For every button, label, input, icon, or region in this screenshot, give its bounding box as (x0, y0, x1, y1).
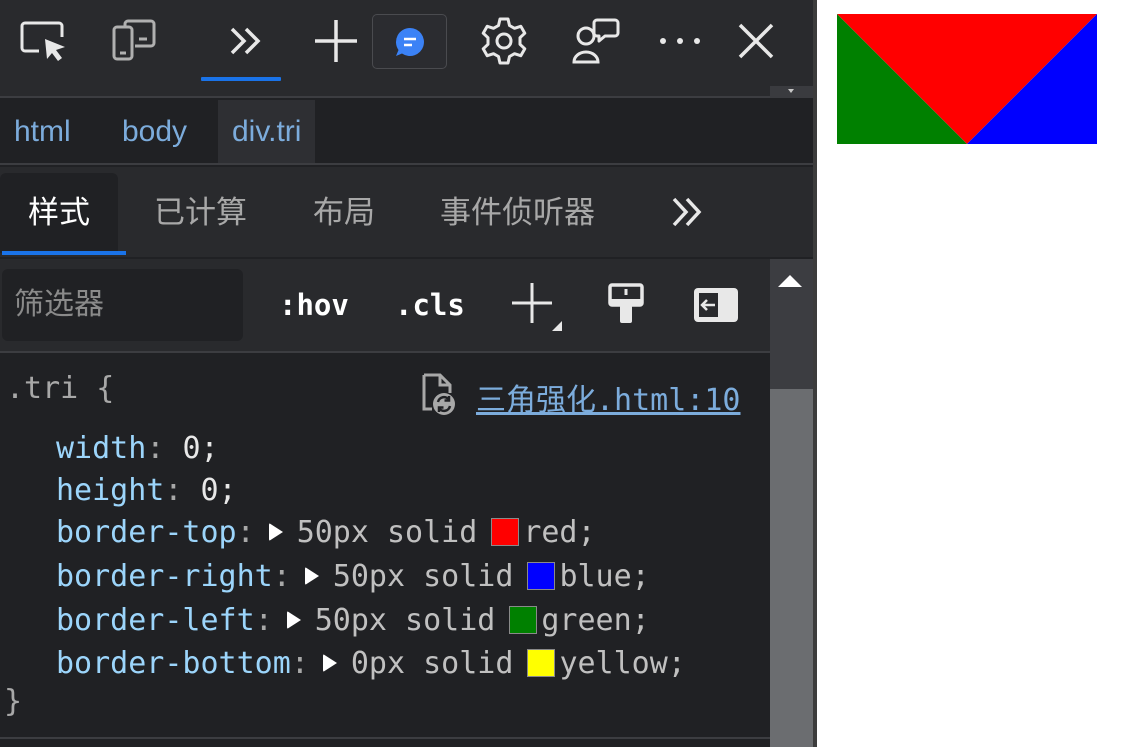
breadcrumb-item-body[interactable]: body (108, 100, 201, 163)
tab-event-listeners[interactable]: 事件侦听器 (440, 173, 595, 253)
format-painter-button[interactable] (598, 277, 654, 333)
source-file-icon (422, 373, 455, 415)
styles-scrollbar[interactable] (770, 259, 813, 747)
feedback-icon (395, 27, 424, 56)
toolbar-separator (0, 86, 813, 98)
more-tabs-button[interactable] (668, 193, 706, 235)
add-tool-button[interactable] (306, 12, 366, 70)
color-swatch-red[interactable] (491, 518, 520, 546)
settings-icon (481, 17, 527, 65)
breadcrumb-item-html[interactable]: html (0, 100, 85, 163)
add-rule-icon (512, 283, 562, 331)
property-name[interactable]: border-top (56, 515, 237, 550)
styles-panel-tabs: 样式 已计算 布局 事件侦听器 (0, 167, 813, 257)
expand-shorthand-icon[interactable] (286, 611, 301, 629)
declaration-border-top[interactable]: border-top : 50px solid red; (56, 512, 596, 552)
feedback-button[interactable] (372, 14, 447, 69)
breadcrumb-item-div-tri[interactable]: div.tri (218, 100, 316, 163)
rule-selector[interactable]: .tri { (6, 371, 114, 406)
property-value[interactable]: 0; (182, 431, 218, 466)
add-icon (315, 20, 357, 62)
more-tools-button[interactable] (216, 12, 276, 70)
filter-input[interactable]: 筛选器 (2, 269, 243, 341)
toggle-sidebar-button[interactable] (688, 277, 744, 333)
declaration-width[interactable]: width : 0; (56, 428, 219, 468)
tab-layout[interactable]: 布局 (313, 173, 375, 253)
devtools-toolbar (0, 0, 813, 86)
property-name[interactable]: width (56, 431, 146, 466)
page-preview-triangles (837, 14, 1097, 144)
inspect-icon (20, 21, 65, 61)
declaration-border-right[interactable]: border-right : 50px solid blue; (56, 556, 650, 596)
cls-toggle-button[interactable]: .cls (395, 277, 465, 333)
color-value[interactable]: red; (523, 515, 595, 550)
device-emulation-icon (112, 19, 156, 61)
color-swatch-yellow[interactable] (527, 649, 556, 677)
expand-shorthand-icon[interactable] (268, 523, 283, 541)
property-name[interactable]: border-left (56, 603, 255, 638)
color-swatch-blue[interactable] (527, 562, 556, 590)
close-devtools-button[interactable] (726, 12, 786, 70)
more-tools-icon (230, 27, 261, 55)
active-tab-indicator (2, 251, 126, 255)
more-options-button[interactable] (650, 12, 710, 70)
color-value[interactable]: yellow; (559, 646, 685, 681)
sidebar-toggle-icon (694, 288, 738, 322)
tab-styles[interactable]: 样式 (0, 173, 118, 253)
chevron-down-icon (788, 89, 794, 93)
declaration-border-left[interactable]: border-left : 50px solid green; (56, 600, 650, 640)
breadcrumb: html body div.tri (0, 100, 813, 165)
color-value[interactable]: green; (541, 603, 649, 638)
styles-toolbar: 筛选器 :hov .cls (0, 259, 770, 353)
property-value[interactable]: 50px solid (297, 515, 478, 550)
customize-icon (572, 18, 620, 64)
property-name[interactable]: height (56, 473, 164, 508)
more-tabs-icon (672, 197, 702, 227)
toolbar-scroll-indicator[interactable] (770, 86, 813, 98)
devtools-panel: html body div.tri 样式 已计算 布局 事件侦听器 筛选器 :h… (0, 0, 813, 747)
declaration-border-bottom[interactable]: border-bottom : 0px solid yellow; (56, 643, 686, 683)
styles-pane: .tri { 三角强化.html:10 width : 0; height : … (0, 355, 770, 747)
source-link[interactable]: 三角强化.html:10 (476, 375, 741, 419)
expand-shorthand-icon[interactable] (322, 654, 337, 672)
color-swatch-green[interactable] (509, 606, 538, 634)
rule-close-brace: } (4, 684, 23, 719)
pane-bottom-border (0, 737, 770, 739)
declaration-height[interactable]: height : 0; (56, 470, 237, 510)
hov-toggle-button[interactable]: :hov (279, 277, 349, 333)
customize-button[interactable] (566, 12, 626, 70)
new-style-rule-button[interactable] (506, 277, 562, 333)
inspect-button[interactable] (14, 12, 74, 70)
property-value[interactable]: 50px solid (333, 559, 514, 594)
tab-computed[interactable]: 已计算 (154, 173, 247, 253)
panel-divider[interactable] (813, 0, 817, 747)
active-tool-indicator (201, 77, 281, 81)
property-name[interactable]: border-right (56, 559, 273, 594)
property-value[interactable]: 50px solid (315, 603, 496, 638)
property-value[interactable]: 0px solid (351, 646, 514, 681)
color-value[interactable]: blue; (559, 559, 649, 594)
more-options-icon (660, 38, 700, 44)
scrollbar-thumb[interactable] (770, 389, 813, 747)
paint-brush-icon (608, 283, 644, 323)
settings-button[interactable] (474, 12, 534, 70)
property-name[interactable]: border-bottom (56, 646, 291, 681)
device-emulation-button[interactable] (104, 12, 164, 70)
expand-shorthand-icon[interactable] (304, 567, 319, 585)
scroll-up-arrow-icon[interactable] (778, 275, 802, 287)
property-value[interactable]: 0; (201, 473, 237, 508)
close-icon (738, 23, 774, 59)
